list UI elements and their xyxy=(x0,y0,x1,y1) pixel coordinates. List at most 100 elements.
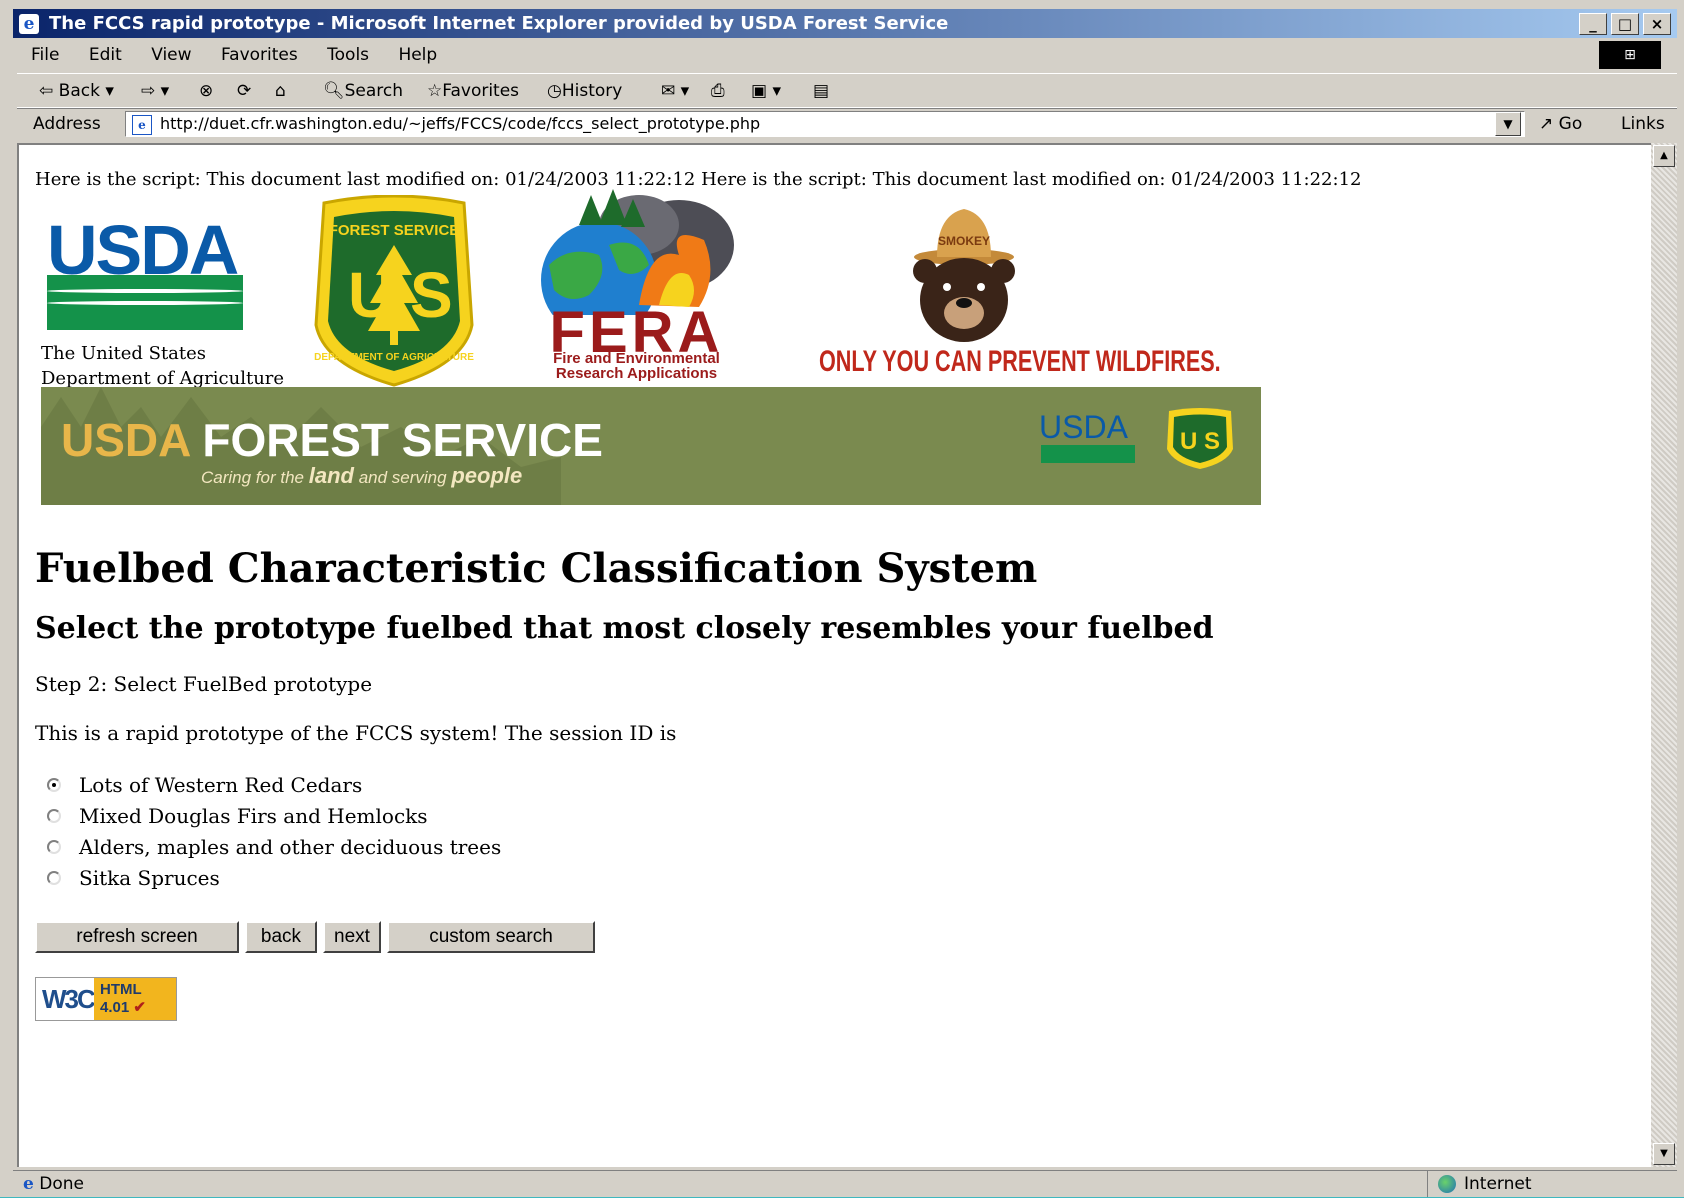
search-label: Search xyxy=(344,81,403,101)
menu-edit[interactable]: Edit xyxy=(89,45,122,65)
forward-button[interactable]: ⇨ ▾ xyxy=(141,74,169,108)
address-label: Address xyxy=(33,114,101,134)
radio-button[interactable] xyxy=(47,809,61,823)
banner-usda-swoosh xyxy=(1041,445,1135,463)
custom-search-button[interactable]: custom search xyxy=(387,921,595,953)
edit-icon[interactable]: ▣ ▾ xyxy=(751,74,781,108)
forest-service-shield-logo[interactable]: FOREST SERVICE U S DEPARTMENT OF AGRICUL… xyxy=(314,195,474,387)
address-input[interactable]: e http://duet.cfr.washington.edu/~jeffs/… xyxy=(125,111,1525,137)
minimize-button[interactable]: _ xyxy=(1579,13,1607,35)
go-label: Go xyxy=(1558,114,1583,134)
banner-tagline: Caring for the land and serving people xyxy=(201,463,522,489)
menu-help[interactable]: Help xyxy=(398,45,437,65)
tagline-part3: and serving xyxy=(358,468,447,487)
radio-label: Mixed Douglas Firs and Hemlocks xyxy=(79,804,428,828)
smokey-hat-text: SMOKEY xyxy=(938,234,990,248)
fera-globe-fire-icon xyxy=(541,189,734,338)
tagline-part2: land xyxy=(308,463,354,488)
back-form-button[interactable]: back xyxy=(245,921,317,953)
back-arrow-icon: ⇦ xyxy=(39,81,59,101)
discuss-icon[interactable]: ▤ xyxy=(813,74,829,108)
page-icon: e xyxy=(132,115,152,135)
html-text: HTML xyxy=(100,981,142,998)
smokey-bear-logo[interactable]: SMOKEY ONLY YOU CAN PREVENT WILDFIRES. xyxy=(819,195,1221,385)
links-label: Links xyxy=(1621,114,1665,134)
html-version-text: 4.01 ✔ xyxy=(100,999,176,1017)
smokey-bear-icon: SMOKEY xyxy=(913,209,1015,342)
refresh-screen-button[interactable]: refresh screen xyxy=(35,921,239,953)
windows-logo-icon: ⊞ xyxy=(1599,41,1661,69)
status-bar: e Done Internet xyxy=(13,1170,1677,1198)
fera-sub-line2: Research Applications xyxy=(555,365,718,382)
radio-button[interactable] xyxy=(47,840,61,854)
tagline-part4: people xyxy=(451,463,523,488)
vertical-scrollbar[interactable]: ▲ ▼ xyxy=(1651,143,1677,1167)
fera-logo[interactable]: FERA Fire and Environmental Research App… xyxy=(529,185,744,385)
w3c-html-badge[interactable]: W3C HTML 4.01 ✔ xyxy=(35,977,177,1021)
menu-view[interactable]: View xyxy=(151,45,191,65)
close-button[interactable]: × xyxy=(1643,13,1671,35)
tagline-part1: Caring for the xyxy=(201,468,304,487)
next-button[interactable]: next xyxy=(323,921,381,953)
maximize-button[interactable]: □ xyxy=(1611,13,1639,35)
html-version: 4.01 xyxy=(100,999,130,1016)
scroll-up-icon[interactable]: ▲ xyxy=(1653,145,1675,167)
title-bar: e The FCCS rapid prototype - Microsoft I… xyxy=(13,9,1677,38)
address-url: http://duet.cfr.washington.edu/~jeffs/FC… xyxy=(160,114,761,133)
address-bar: Address e http://duet.cfr.washington.edu… xyxy=(17,107,1677,166)
form-buttons: refresh screen back next custom search xyxy=(35,921,595,953)
forest-service-banner: USDA FOREST SERVICE Caring for the land … xyxy=(41,387,1261,505)
w3c-text: W3C xyxy=(42,984,96,1014)
search-icon: 🔍︎ xyxy=(323,81,345,101)
security-zone: Internet xyxy=(1427,1171,1657,1197)
banner-usda-logo: USDA xyxy=(1039,409,1128,445)
print-icon[interactable]: ⎙ xyxy=(711,74,725,108)
banner-fs-shield-icon: U S xyxy=(1167,408,1233,469)
refresh-icon[interactable]: ⟳ xyxy=(237,74,251,108)
radio-label: Alders, maples and other deciduous trees xyxy=(79,835,502,859)
usda-logo-swoosh xyxy=(47,275,243,330)
mail-icon[interactable]: ✉ ▾ xyxy=(661,74,689,108)
fs-shield-s: S xyxy=(410,259,453,331)
status-text: e Done xyxy=(23,1171,84,1198)
banner-title: USDA FOREST SERVICE xyxy=(61,413,603,467)
history-button[interactable]: ◷History xyxy=(547,74,622,108)
radio-option-alders-maples[interactable]: Alders, maples and other deciduous trees xyxy=(47,832,501,863)
svg-text:U S: U S xyxy=(1180,428,1220,455)
banner-fs-text: FOREST SERVICE xyxy=(202,414,603,466)
address-dropdown-icon[interactable]: ▼ xyxy=(1495,112,1521,136)
forward-arrow-icon: ⇨ ▾ xyxy=(141,81,170,101)
search-button[interactable]: 🔍︎Search xyxy=(323,74,403,108)
favorites-button[interactable]: ☆Favorites xyxy=(427,74,519,108)
home-icon[interactable]: ⌂ xyxy=(275,74,286,108)
radio-button[interactable] xyxy=(47,871,61,885)
radio-button[interactable] xyxy=(47,778,61,792)
stop-icon[interactable]: ⊗ xyxy=(199,74,213,108)
fera-subtitle: Fire and Environmental Research Applicat… xyxy=(529,351,744,381)
back-button[interactable]: ⇦ Back ▾ xyxy=(39,74,114,108)
checkmark-icon: ✔ xyxy=(133,999,146,1016)
page-title: Fuelbed Characteristic Classification Sy… xyxy=(35,545,1038,592)
favorites-label: Favorites xyxy=(442,81,520,101)
page-subtitle: Select the prototype fuelbed that most c… xyxy=(35,611,1214,646)
menu-file[interactable]: File xyxy=(31,45,59,65)
scroll-down-icon[interactable]: ▼ xyxy=(1653,1143,1675,1165)
browser-window: e The FCCS rapid prototype - Microsoft I… xyxy=(0,0,1684,1197)
menu-tools[interactable]: Tools xyxy=(327,45,369,65)
history-label: History xyxy=(561,81,623,101)
radio-option-sitka-spruces[interactable]: Sitka Spruces xyxy=(47,863,501,894)
menu-favorites[interactable]: Favorites xyxy=(221,45,298,65)
radio-label: Sitka Spruces xyxy=(79,866,220,890)
go-button[interactable]: ↗ Go xyxy=(1539,108,1582,140)
status-done-label: Done xyxy=(39,1174,84,1194)
radio-option-western-red-cedars[interactable]: Lots of Western Red Cedars xyxy=(47,770,501,801)
back-label: Back xyxy=(58,81,100,101)
favorites-icon: ☆ xyxy=(427,81,443,101)
fs-shield-bottom-text: DEPARTMENT OF AGRICULTURE xyxy=(314,352,474,363)
history-icon: ◷ xyxy=(547,81,562,101)
page-content: Here is the script: This document last m… xyxy=(17,143,1651,1167)
radio-option-douglas-firs-hemlocks[interactable]: Mixed Douglas Firs and Hemlocks xyxy=(47,801,501,832)
standard-toolbar: ⇦ Back ▾ ⇨ ▾ ⊗ ⟳ ⌂ 🔍︎Search ☆Favorites ◷… xyxy=(17,73,1677,109)
usda-logo[interactable]: USDA xyxy=(47,215,243,330)
zone-label: Internet xyxy=(1464,1174,1532,1194)
